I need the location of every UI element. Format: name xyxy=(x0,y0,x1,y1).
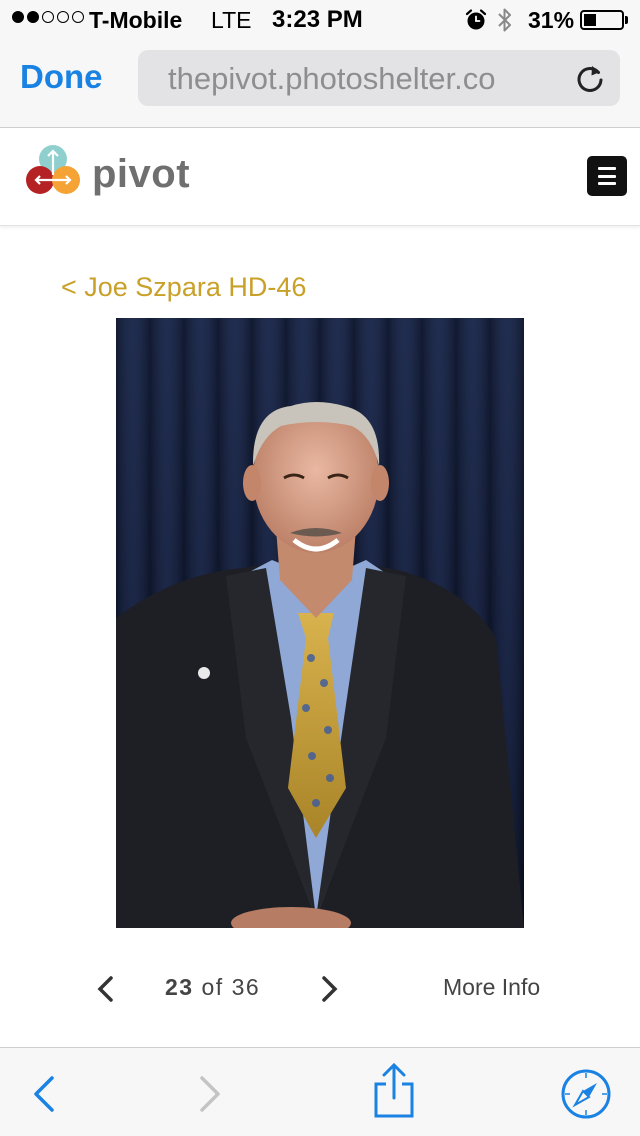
current-photo-number: 23 xyxy=(165,974,194,1000)
back-chevron-icon[interactable] xyxy=(28,1072,58,1116)
portrait-photo xyxy=(116,318,524,928)
logo-text[interactable]: pivot xyxy=(92,152,190,197)
total-photo-count: 36 xyxy=(231,974,261,1000)
url-bar[interactable]: thepivot.photoshelter.co xyxy=(138,50,620,106)
battery-percent: 31% xyxy=(528,7,575,33)
hamburger-menu-button[interactable] xyxy=(587,156,627,196)
forward-chevron-icon[interactable] xyxy=(196,1072,226,1116)
signal-strength-icon xyxy=(12,11,84,23)
status-bar: T-Mobile LTE 3:23 PM 31% xyxy=(0,0,640,40)
counter-of-label: of xyxy=(201,974,224,1000)
alarm-clock-icon xyxy=(465,9,487,30)
battery-icon xyxy=(580,10,628,30)
share-icon[interactable] xyxy=(370,1062,418,1120)
safari-header: T-Mobile LTE 3:23 PM 31% Done thepivot.p… xyxy=(0,0,640,128)
screen: T-Mobile LTE 3:23 PM 31% Done thepivot.p… xyxy=(0,0,640,1136)
more-info-link[interactable]: More Info xyxy=(443,974,540,1001)
gallery-back-link[interactable]: < Joe Szpara HD-46 xyxy=(61,272,306,303)
status-time: 3:23 PM xyxy=(272,6,363,33)
next-photo-icon[interactable] xyxy=(317,974,343,1004)
pivot-logo-icon[interactable] xyxy=(24,142,86,200)
done-button[interactable]: Done xyxy=(20,58,103,96)
photo-pager: 23 of 36 More Info xyxy=(0,960,640,1016)
carrier-name: T-Mobile xyxy=(89,7,183,33)
bluetooth-icon xyxy=(498,8,511,32)
previous-photo-icon[interactable] xyxy=(92,974,118,1004)
safari-toolbar xyxy=(0,1047,640,1136)
url-text: thepivot.photoshelter.co xyxy=(168,61,496,96)
site-header: pivot xyxy=(0,128,640,226)
reload-icon[interactable] xyxy=(574,62,606,94)
network-type: LTE xyxy=(211,7,252,33)
safari-compass-icon[interactable] xyxy=(560,1068,612,1120)
photo-counter: 23 of 36 xyxy=(165,974,260,1001)
